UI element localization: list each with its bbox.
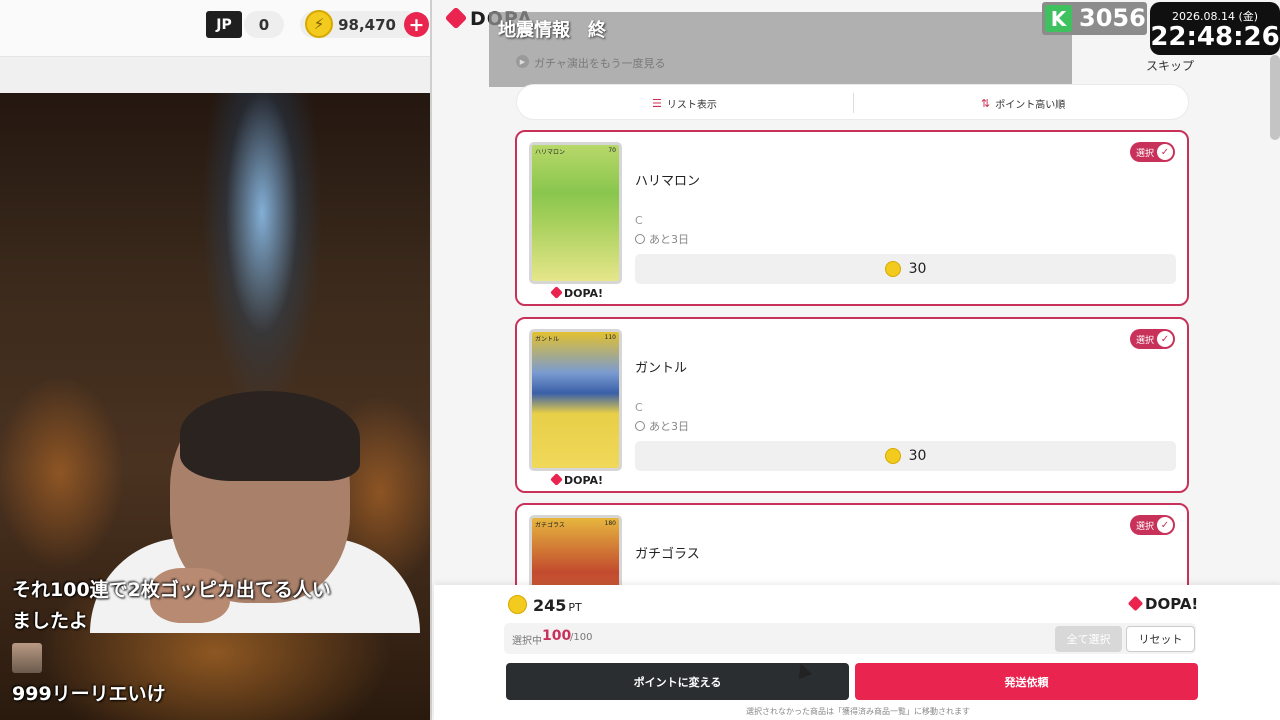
chat-username: 999リーリエいけ <box>12 683 166 705</box>
select-label: 選択 <box>1136 335 1155 346</box>
card-name: ハリマロン <box>635 174 701 189</box>
card-image-hp: 110 <box>604 334 616 341</box>
footer-note: 選択されなかった商品は「獲得済み商品一覧」に移動されます <box>746 707 970 716</box>
check-icon: ✓ <box>1157 144 1173 160</box>
select-all-button[interactable]: 全て選択 <box>1055 626 1122 652</box>
divider <box>853 93 854 113</box>
card-name: ガチゴラス <box>635 547 700 562</box>
select-toggle[interactable]: 選択 ✓ <box>1130 142 1175 162</box>
select-toggle[interactable]: 選択 ✓ <box>1130 329 1175 349</box>
coin-icon <box>884 261 901 277</box>
action-sheet: 245 PT DOPA! 選択中 100 /100 全て選択 リセット ポイントに… <box>434 585 1280 720</box>
scrollbar[interactable] <box>1270 55 1280 140</box>
card-image-title: ハリマロン <box>535 149 566 156</box>
brand-mark-icon <box>550 286 563 299</box>
card-rarity: C <box>635 401 643 414</box>
card-image-title: ガチゴラス <box>535 522 565 529</box>
selected-label: 選択中 <box>512 636 542 647</box>
card-image: ハリマロン 70 <box>529 142 622 284</box>
screen: JP 0 98,470 ⚡ + それ100連で2枚ゴッピカ出てる人いましたよ 9… <box>0 0 1280 720</box>
card-brand: DOPA! <box>550 286 604 300</box>
card-points: 30 <box>635 254 1176 284</box>
brand-text: DOPA! <box>564 287 604 300</box>
logo-mark-icon <box>444 6 468 30</box>
card-points: 30 <box>635 441 1176 471</box>
list-icon: ☰ <box>652 96 662 110</box>
coin-icon <box>884 448 901 464</box>
k-logo-icon: K <box>1045 5 1072 32</box>
coin-icon <box>508 595 527 614</box>
add-coins-button[interactable]: + <box>404 12 429 37</box>
selected-total: /100 <box>570 632 593 643</box>
check-icon: ✓ <box>1157 517 1173 533</box>
replay-animation-link[interactable]: ガチャ演出をもう一度見る <box>534 55 666 71</box>
gacha-results-app: DOPA 地震情報 終 ▶ ガチャ演出をもう一度見る K 3056 2026.0… <box>430 0 1280 720</box>
card-name: ガントル <box>635 361 688 376</box>
bottom-logo-text: DOPA! <box>1145 595 1199 613</box>
chat-message: それ100連で2枚ゴッピカ出てる人いましたよ <box>12 579 331 632</box>
notice-title: 地震情報 終 <box>498 20 606 41</box>
card-points-value: 30 <box>908 448 927 464</box>
card-image-hp: 70 <box>608 147 616 154</box>
notice-overlay: 地震情報 終 ▶ ガチャ演出をもう一度見る <box>489 12 1072 87</box>
list-view-toggle[interactable]: ☰ リスト表示 <box>652 85 717 121</box>
left-header: JP 0 98,470 ⚡ + <box>0 0 430 93</box>
logo-mark-icon <box>1127 595 1144 612</box>
coin-icon: ⚡ <box>305 10 333 38</box>
shipping-request-button[interactable]: 発送依頼 <box>855 663 1198 700</box>
streamer-hair <box>180 391 360 481</box>
selected-count: 100 <box>542 628 572 644</box>
card-image-hp: 180 <box>604 520 616 527</box>
clock-widget: 2026.08.14 (金) 22:48:26 <box>1150 2 1280 55</box>
card-expiry: あと3日 <box>635 231 689 247</box>
brand-text: DOPA! <box>564 474 604 487</box>
play-icon[interactable]: ▶ <box>516 55 529 68</box>
card-brand: DOPA! <box>550 473 604 487</box>
list-view-label: リスト表示 <box>666 99 717 111</box>
result-card[interactable]: ハリマロン 70 DOPA! ハリマロン C あと3日 30 選択 ✓ <box>515 130 1189 306</box>
jp-badge: JP <box>206 11 242 38</box>
card-image: ガントル 110 <box>529 329 622 471</box>
viewer-counter: K 3056 <box>1042 2 1147 35</box>
card-rarity: C <box>635 214 643 227</box>
result-card[interactable]: ガントル 110 DOPA! ガントル C あと3日 30 選択 ✓ <box>515 317 1189 493</box>
view-options-bar: ☰ リスト表示 ⇅ ポイント高い順 <box>516 84 1189 120</box>
points-total: 245 PT <box>533 596 582 615</box>
select-label: 選択 <box>1136 521 1155 532</box>
card-expiry-text: あと3日 <box>649 233 689 246</box>
card-image-title: ガントル <box>535 336 560 343</box>
brand-mark-icon <box>550 473 563 486</box>
check-icon: ✓ <box>1157 331 1173 347</box>
card-expiry: あと3日 <box>635 418 689 434</box>
viewer-count: 3056 <box>1079 4 1146 32</box>
clock-icon <box>635 421 645 431</box>
card-expiry-text: あと3日 <box>649 420 689 433</box>
reset-button[interactable]: リセット <box>1126 626 1195 652</box>
sort-label: ポイント高い順 <box>995 99 1066 111</box>
left-header-strip <box>0 56 430 93</box>
points-value: 245 <box>533 596 567 615</box>
skip-button[interactable]: スキップ <box>1146 57 1194 74</box>
selection-summary: 選択中 100 /100 全て選択 リセット <box>504 623 1196 654</box>
points-unit: PT <box>568 601 582 614</box>
select-toggle[interactable]: 選択 ✓ <box>1130 515 1175 535</box>
jp-count: 0 <box>244 11 284 38</box>
card-points-value: 30 <box>908 261 927 277</box>
clock-time: 22:48:26 <box>1150 22 1280 52</box>
sort-icon: ⇅ <box>981 96 991 110</box>
select-label: 選択 <box>1136 148 1155 159</box>
chat-avatar <box>12 643 42 673</box>
bottom-logo: DOPA! <box>1127 595 1199 613</box>
sort-toggle[interactable]: ⇅ ポイント高い順 <box>981 85 1065 121</box>
clock-icon <box>635 234 645 244</box>
